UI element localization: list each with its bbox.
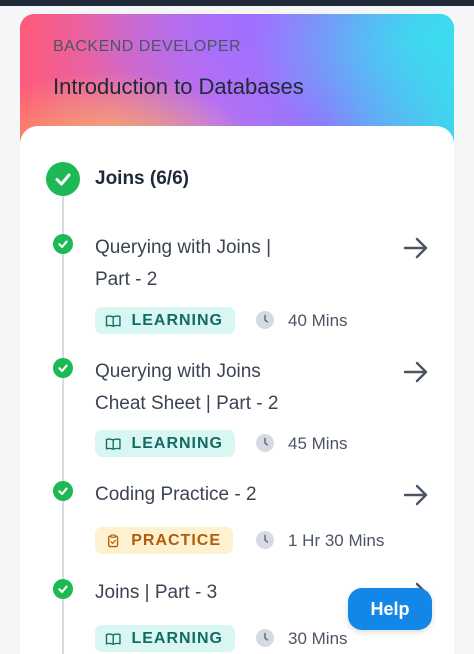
clipboard-icon: [108, 534, 119, 547]
arrow-right-icon[interactable]: [402, 360, 430, 384]
duration: 30 Mins: [288, 629, 348, 648]
duration: 45 Mins: [288, 434, 348, 453]
clock-icon: [256, 531, 274, 549]
course-title: Introduction to Databases: [53, 74, 304, 99]
badge-label: LEARNING: [131, 629, 223, 647]
duration: 40 Mins: [288, 311, 348, 330]
item-title-line: Joins | Part - 3: [95, 582, 218, 603]
clock-icon: [256, 311, 274, 329]
learning-badge: LEARNING: [95, 625, 235, 652]
item-title: Joins | Part - 3: [95, 577, 375, 609]
item-title-line: Querying with Joins |: [95, 237, 272, 258]
book-icon: [105, 632, 121, 645]
arrow-right-icon[interactable]: [402, 483, 430, 507]
clock-icon: [256, 434, 274, 452]
badge-label: LEARNING: [131, 434, 223, 452]
help-button[interactable]: Help: [348, 588, 432, 630]
badge-label: PRACTICE: [131, 531, 221, 549]
badge-label: LEARNING: [131, 311, 223, 329]
item-title-line: Cheat Sheet | Part - 2: [95, 393, 279, 414]
item-title-line: Querying with Joins: [95, 361, 261, 382]
section-title: Joins (6/6): [95, 168, 189, 189]
item-title: Querying with Joins Cheat Sheet | Part -…: [95, 356, 375, 420]
clock-icon: [256, 629, 274, 647]
item-title: Querying with Joins | Part - 2: [95, 232, 375, 296]
check-icon: [53, 481, 73, 501]
check-icon: [53, 579, 73, 599]
arrow-right-icon[interactable]: [402, 236, 430, 260]
track-name: BACKEND DEVELOPER: [53, 38, 242, 55]
item-title: Coding Practice - 2: [95, 479, 375, 511]
section-complete-icon: [46, 162, 80, 196]
status-bar: [0, 0, 474, 6]
book-icon: [105, 314, 121, 327]
duration: 1 Hr 30 Mins: [288, 531, 385, 550]
item-title-line: Coding Practice - 2: [95, 484, 257, 505]
book-icon: [105, 437, 121, 450]
learning-badge: LEARNING: [95, 307, 235, 334]
learning-badge: LEARNING: [95, 430, 235, 457]
check-icon: [53, 358, 73, 378]
item-title-line: Part - 2: [95, 269, 158, 290]
check-icon: [53, 234, 73, 254]
practice-badge: PRACTICE: [95, 527, 233, 554]
course-card: BACKEND DEVELOPER Introduction to Databa…: [20, 14, 454, 654]
